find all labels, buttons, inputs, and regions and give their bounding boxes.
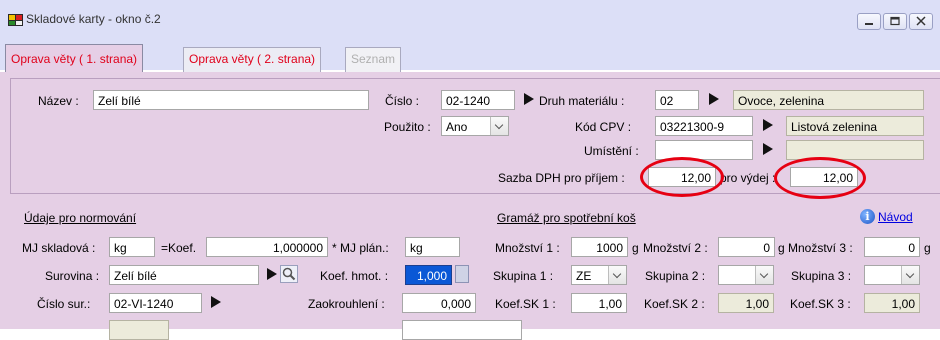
mj-skladova-label: MJ skladová :: [22, 241, 96, 255]
mj-plan-field[interactable]: kg: [405, 237, 460, 257]
cislo-sur-label: Číslo sur.:: [37, 297, 91, 311]
chevron-down-icon[interactable]: [490, 117, 508, 135]
chevron-down-icon[interactable]: [901, 266, 919, 284]
nazev-field[interactable]: Zelí bílé: [93, 90, 369, 110]
maximize-icon: [890, 16, 900, 26]
koefsk1-field[interactable]: 1,00: [571, 293, 627, 313]
dph-prijem-label: Sazba DPH pro příjem :: [498, 171, 625, 185]
info-icon[interactable]: i: [860, 209, 875, 224]
mnozstvi1-label: Množství 1 :: [495, 241, 560, 255]
tab-oprava-2[interactable]: Oprava věty ( 2. strana): [183, 47, 322, 72]
close-button[interactable]: [909, 13, 933, 30]
kod-cpv-name: Listová zelenina: [786, 116, 924, 136]
minimize-button[interactable]: [857, 13, 881, 30]
highlight-ring-vydej: [774, 157, 866, 199]
umisteni-label: Umístění :: [584, 144, 639, 158]
chevron-down-icon[interactable]: [755, 266, 773, 284]
skupina1-value: ZE: [576, 269, 592, 283]
minimize-icon: [865, 23, 873, 25]
koefsk3-label: Koef.SK 3 :: [790, 297, 851, 311]
zaokrouhleni-label: Zaokrouhlení :: [308, 297, 385, 311]
pouzito-label: Použito :: [384, 120, 431, 134]
cislo-label: Číslo :: [385, 94, 420, 108]
koefsk3-field: 1,00: [864, 293, 920, 313]
cpv-play-icon[interactable]: [758, 116, 776, 134]
navod-link[interactable]: Návod: [878, 210, 913, 224]
dph-vydej-label: pro výdej :: [720, 171, 776, 185]
mj-skladova-field[interactable]: kg: [109, 237, 155, 257]
cislo-field[interactable]: 02-1240: [441, 90, 515, 110]
gramaz-heading: Gramáž pro spotřební koš: [497, 211, 636, 225]
tab-seznam[interactable]: Seznam: [345, 47, 402, 72]
cislo-play-icon[interactable]: [519, 90, 537, 108]
maximize-button[interactable]: [883, 13, 907, 30]
pouzito-select[interactable]: Ano: [441, 116, 509, 136]
koef-hmot-field[interactable]: 1,000: [405, 265, 452, 285]
pouzito-value: Ano: [446, 120, 468, 134]
title-bar: Skladové karty - okno č.2: [0, 0, 940, 41]
mnozstvi1-field[interactable]: 1000: [571, 237, 628, 257]
koefsk2-field: 1,00: [718, 293, 774, 313]
calculator-icon[interactable]: [455, 265, 469, 283]
mnozstvi3-label: Množství 3 :: [788, 241, 853, 255]
close-icon: [916, 16, 926, 26]
koefsk1-label: Koef.SK 1 :: [495, 297, 556, 311]
skupina2-label: Skupina 2 :: [645, 269, 706, 283]
tab-oprava-1[interactable]: Oprava věty ( 1. strana): [5, 44, 144, 72]
umisteni-play-icon[interactable]: [758, 140, 776, 158]
skupina3-label: Skupina 3 :: [791, 269, 852, 283]
druh-materialu-field[interactable]: 02: [655, 90, 699, 110]
skupina3-select[interactable]: [864, 265, 920, 285]
surovina-label: Surovina :: [45, 269, 100, 283]
nazev-label: Název :: [38, 94, 79, 108]
druh-materialu-name: Ovoce, zelenina: [733, 90, 924, 110]
koef-hmot-label: Koef. hmot. :: [320, 269, 389, 283]
mj-plan-label: * MJ plán.:: [332, 241, 389, 255]
koefsk2-label: Koef.SK 2 :: [644, 297, 705, 311]
chevron-down-icon[interactable]: [608, 266, 626, 284]
app-icon: [8, 14, 23, 26]
mnozstvi2-unit: g: [778, 241, 785, 255]
skupina2-select[interactable]: [718, 265, 774, 285]
kod-cpv-field[interactable]: 03221300-9: [655, 116, 753, 136]
mnozstvi2-field[interactable]: 0: [718, 237, 775, 257]
zaokrouhleni-field[interactable]: 0,000: [402, 293, 476, 313]
druh-materialu-label: Druh materiálu :: [539, 94, 625, 108]
window-title: Skladové karty - okno č.2: [26, 12, 161, 26]
cislo-sur-play-icon[interactable]: [206, 293, 224, 311]
mnozstvi1-unit: g: [632, 241, 639, 255]
highlight-ring-prijem: [640, 157, 724, 197]
skupina1-label: Skupina 1 :: [493, 269, 554, 283]
skupina1-select[interactable]: ZE: [571, 265, 627, 285]
surovina-field[interactable]: Zelí bílé: [109, 265, 259, 285]
normovani-heading: Údaje pro normování: [24, 211, 137, 225]
mnozstvi3-unit: g: [924, 241, 931, 255]
kod-cpv-label: Kód CPV :: [575, 120, 632, 134]
search-icon[interactable]: [280, 265, 298, 283]
cutoff-field-2[interactable]: [402, 320, 522, 340]
koef-field[interactable]: 1,000000: [206, 237, 328, 257]
cislo-sur-field[interactable]: 02-VI-1240: [109, 293, 202, 313]
cutoff-field-1[interactable]: [109, 320, 169, 340]
koef-label: =Koef.: [161, 241, 197, 255]
surovina-play-icon[interactable]: [262, 265, 280, 283]
druh-play-icon[interactable]: [704, 90, 722, 108]
mnozstvi2-label: Množství 2 :: [643, 241, 708, 255]
mnozstvi3-field[interactable]: 0: [864, 237, 920, 257]
